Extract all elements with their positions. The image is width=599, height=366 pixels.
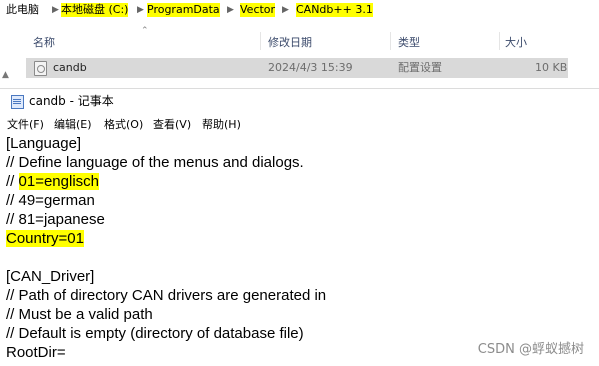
text-line: RootDir= [6, 344, 66, 361]
config-file-icon [34, 61, 47, 76]
highlighted-text: 01=englisch [18, 173, 99, 190]
column-modified[interactable]: 修改日期 [268, 34, 312, 50]
chevron-right-icon: ▶ [52, 5, 59, 15]
breadcrumb-this-pc[interactable]: 此电脑 [6, 3, 39, 17]
text-line: Country=01 [6, 229, 84, 248]
comment-prefix: // [6, 173, 19, 190]
text-line: // 01=englisch [6, 172, 99, 191]
file-row[interactable]: candb 2024/4/3 15:39 配置设置 10 KB [26, 58, 568, 78]
menu-help[interactable]: 帮助(H) [202, 118, 241, 132]
breadcrumb-candb[interactable]: CANdb++ 3.1 [296, 3, 373, 17]
menu-view[interactable]: 查看(V) [153, 118, 191, 132]
chevron-right-icon: ▶ [137, 5, 144, 15]
file-size: 10 KB [535, 61, 568, 74]
breadcrumb: 此电脑 ▶ 本地磁盘 (C:) ▶ ProgramData ▶ Vector ▶… [0, 0, 599, 20]
text-line: // Default is empty (directory of databa… [6, 325, 304, 342]
column-name[interactable]: 名称 [33, 34, 55, 50]
column-divider[interactable] [260, 32, 261, 50]
highlighted-text: Country=01 [6, 230, 84, 247]
file-name: candb [53, 61, 87, 74]
menu-file[interactable]: 文件(F) [7, 118, 44, 132]
text-editor[interactable]: [Language] // Define language of the men… [0, 134, 599, 366]
text-line: // Define language of the menus and dial… [6, 154, 304, 171]
text-line: [CAN_Driver] [6, 268, 95, 285]
column-divider[interactable] [390, 32, 391, 50]
menu-format[interactable]: 格式(O) [104, 118, 143, 132]
breadcrumb-programdata[interactable]: ProgramData [147, 3, 220, 17]
text-line: // 81=japanese [6, 211, 105, 228]
notepad-icon [11, 95, 24, 109]
file-type: 配置设置 [398, 61, 442, 74]
text-line: // 49=german [6, 192, 95, 209]
text-line: [Language] [6, 135, 82, 152]
column-size[interactable]: 大小 [505, 34, 527, 50]
breadcrumb-local-disk[interactable]: 本地磁盘 (C:) [61, 3, 129, 17]
column-type[interactable]: 类型 [398, 34, 420, 50]
file-modified: 2024/4/3 15:39 [268, 61, 353, 74]
pin-icon: ▲ [2, 70, 9, 80]
watermark: CSDN @蜉蚁撼树 [477, 342, 584, 357]
column-divider[interactable] [499, 32, 500, 50]
sort-ascending-icon: ⌃ [141, 26, 149, 36]
menu-edit[interactable]: 编辑(E) [54, 118, 92, 132]
text-line: // Must be a valid path [6, 306, 153, 323]
chevron-right-icon: ▶ [282, 5, 289, 15]
window-title: candb - 记事本 [29, 94, 114, 108]
breadcrumb-vector[interactable]: Vector [240, 3, 276, 17]
column-header: ⌃ 名称 修改日期 类型 大小 [0, 26, 599, 52]
menu-bar: 文件(F) 编辑(E) 格式(O) 查看(V) 帮助(H) [0, 115, 599, 135]
notepad-title-bar: candb - 记事本 [0, 89, 599, 113]
text-line: // Path of directory CAN drivers are gen… [6, 287, 327, 304]
notepad-window: candb - 记事本 文件(F) 编辑(E) 格式(O) 查看(V) 帮助(H… [0, 88, 599, 366]
file-explorer: 此电脑 ▶ 本地磁盘 (C:) ▶ ProgramData ▶ Vector ▶… [0, 0, 599, 88]
chevron-right-icon: ▶ [227, 5, 234, 15]
